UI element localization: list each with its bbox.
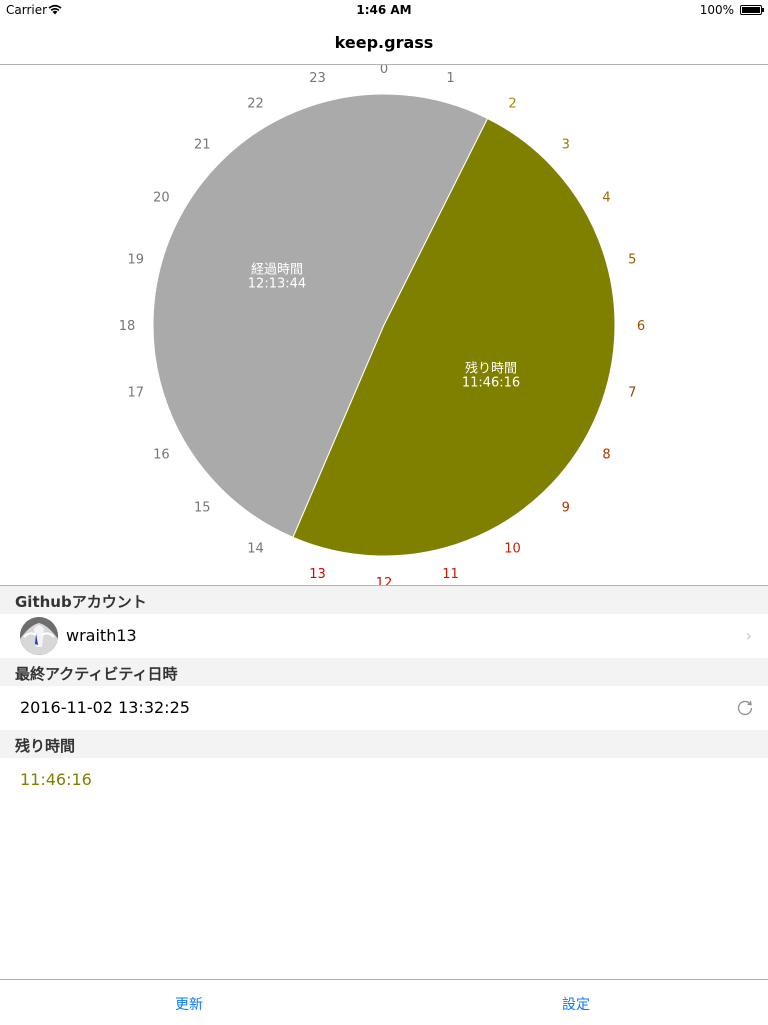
hour-tick-label: 9 [562,501,570,516]
hour-tick-label: 11 [442,567,459,582]
hour-tick-label: 13 [309,567,326,582]
slice-value: 12:13:44 [248,276,306,291]
hour-tick-label: 1 [446,71,454,86]
hour-tick-label: 7 [628,386,636,401]
remaining-time-value: 11:46:16 [20,770,92,789]
hour-tick-label: 22 [247,96,264,111]
account-header-label: Githubアカウント [15,593,147,611]
tab-bar: 更新 設定 [0,979,768,1025]
update-button[interactable]: 更新 [175,994,203,1014]
hour-tick-label: 5 [628,252,636,267]
battery-icon [740,5,764,15]
hour-tick-label: 14 [247,542,264,557]
last-activity-value: 2016-11-02 13:32:25 [20,698,190,717]
hour-tick-label: 21 [194,137,211,152]
remaining-header-label: 残り時間 [15,737,76,755]
hour-tick-label: 23 [309,71,326,86]
battery-percent: 100% [699,3,734,17]
slice-value: 11:46:16 [462,376,520,391]
page-title: keep.grass [334,33,434,52]
avatar-image [20,617,58,655]
slice-label: 残り時間 [465,362,517,377]
avatar [20,617,58,655]
account-cell[interactable]: wraith13 › [0,614,768,658]
clock-pie-svg: 経過時間12:13:44残り時間11:46:160123456789101112… [119,65,645,585]
hour-tick-label: 19 [127,252,144,267]
hour-tick-label: 0 [380,65,388,77]
navigation-bar: keep.grass [0,20,768,65]
hour-tick-label: 3 [562,137,570,152]
activity-header-label: 最終アクティビティ日時 [15,665,178,683]
hour-tick-label: 20 [153,191,170,206]
hour-tick-label: 18 [119,319,136,334]
hour-tick-label: 6 [637,319,645,334]
section-header-remaining: 残り時間 [0,730,768,758]
section-header-account: Githubアカウント [0,586,768,614]
hour-tick-label: 2 [508,96,516,111]
remaining-cell: 11:46:16 [0,758,768,802]
settings-button[interactable]: 設定 [562,994,590,1014]
hour-tick-label: 8 [602,448,610,463]
status-bar: Carrier 1:46 AM 100% [0,0,768,20]
hour-tick-label: 16 [153,448,170,463]
hour-tick-label: 12 [376,576,393,585]
status-time: 1:46 AM [356,3,412,17]
account-name: wraith13 [66,626,137,645]
activity-cell: 2016-11-02 13:32:25 [0,686,768,730]
hour-tick-label: 10 [504,542,521,557]
refresh-icon[interactable] [736,699,754,717]
hour-tick-label: 17 [127,386,144,401]
hour-tick-label: 15 [194,501,211,516]
activity-clock-chart: 経過時間 12:13:44 残り時間 11:46:16 0 1 2 3 4 5 6 7 8 9 10 11 12… [0,65,768,585]
slice-label: 経過時間 [251,262,303,277]
section-header-activity: 最終アクティビティ日時 [0,658,768,686]
chevron-right-icon: › [745,626,752,645]
hour-tick-label: 4 [602,191,610,206]
